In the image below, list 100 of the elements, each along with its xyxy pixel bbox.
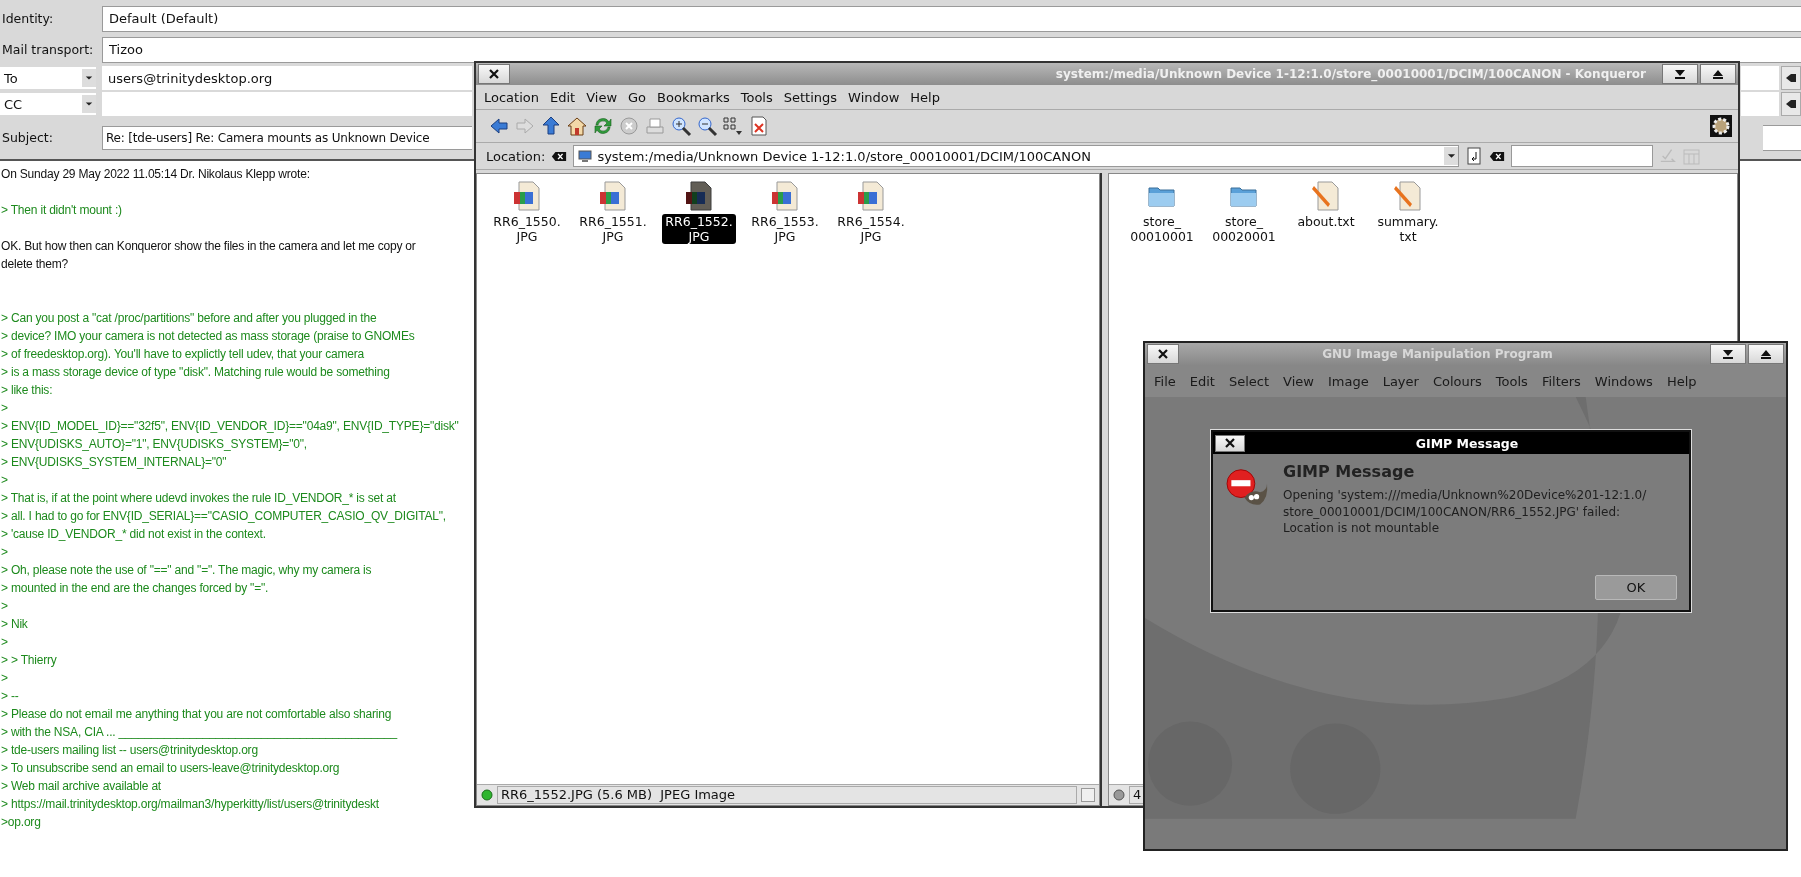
gear-icon [1710,115,1732,137]
quoted-text-line: > with the NSA, CIA ... ___________________________________________ [0,724,397,741]
quoted-text-line: > ENV{UDISKS_AUTO}="1", ENV{UDISKS_SYSTEM}="0", [0,436,307,453]
quoted-text-line: > device? IMO your camera is not detected as mass storage (praise to GNOMEs [0,328,415,345]
field-background [1741,66,1779,90]
reload-icon[interactable] [592,115,614,137]
ok-button[interactable]: OK [1595,575,1677,600]
dialog-title: GIMP Message [1414,435,1520,451]
file-name[interactable]: summary. txt [1374,214,1442,244]
clear-search-icon[interactable] [1489,150,1506,162]
text-file-icon[interactable] [1310,180,1342,212]
quoted-text-line: > [0,670,8,687]
quoted-text-line: > Then it didn't mount :) [0,202,122,219]
menu-item[interactable]: File [1154,373,1176,389]
clear-location-icon[interactable] [551,150,568,162]
status-led-icon [481,789,493,801]
message-text-line: OK. But how then can Konqueror show the files in the camera and let me copy or [0,238,416,255]
search-field[interactable] [1511,145,1654,167]
zoom-out-icon[interactable] [696,115,718,137]
computer-icon [578,150,593,162]
message-text-line: On Sunday 29 May 2022 11.05:14 Dr. Nikolaus Klepp wrote: [0,166,310,183]
menu-item[interactable]: Windows [1594,373,1653,389]
up-arrow-icon[interactable] [540,115,562,137]
quoted-text-line: > tde-users mailing list -- users@trinitydesktop.org [0,742,258,759]
menu-item[interactable]: Location [484,89,539,105]
menu-item[interactable]: Colours [1432,373,1482,389]
file-name[interactable]: RR6_1554. JPG [834,214,908,244]
dialog-heading: GIMP Message [1283,462,1416,481]
subject-field[interactable]: Re: [tde-users] Re: Camera mounts as Unknown Device [102,125,472,150]
menu-item[interactable]: View [586,89,618,105]
image-file-icon[interactable] [683,180,715,212]
backspace-icon[interactable] [1785,73,1797,83]
quoted-text-line: > That is, if at the point where udevd invokes the rule ID_VENDOR_* is set at [0,490,396,507]
menu-item[interactable]: Settings [783,89,838,105]
menu-item[interactable]: Tools [740,89,773,105]
menu-item[interactable]: Help [1666,373,1697,389]
quoted-text-line: > is a mass storage device of type "disk". Matching rule would be something [0,364,390,381]
text-file-icon[interactable] [1392,180,1424,212]
message-text-line: delete them? [0,256,68,273]
recipient-address-field[interactable]: users@trinitydesktop.org [102,66,472,90]
backspace-icon[interactable] [1785,99,1797,109]
file-name[interactable]: RR6_1550. JPG [490,214,564,244]
field-background [1763,124,1801,151]
file-name[interactable]: about.txt [1294,214,1358,229]
file-name[interactable]: store_ 00010001 [1127,214,1197,244]
location-field[interactable]: system:/media/Unknown Device 1-12:1.0/store_00010001/DCIM/100CANON [573,145,1460,167]
back-arrow-icon[interactable] [488,115,510,137]
link-view-checkbox[interactable] [1081,788,1095,802]
menu-item[interactable]: Help [910,89,940,105]
file-name[interactable]: RR6_1552. JPG [662,214,736,244]
menu-item[interactable]: Filters [1541,373,1581,389]
menu-item[interactable]: Image [1327,373,1369,389]
stop-icon[interactable] [618,115,640,137]
file-name[interactable]: RR6_1551. JPG [576,214,650,244]
quoted-text-line: > like this: [0,382,53,399]
menu-item[interactable]: Layer [1382,373,1419,389]
maximize-icon[interactable] [1760,349,1772,359]
quoted-text-line: > ENV{UDISKS_SYSTEM_INTERNAL}="0" [0,454,227,471]
check-arrow-icon [1659,147,1678,165]
file-name[interactable]: store_ 00020001 [1209,214,1279,244]
recipient-type-dropdown[interactable]: To [0,67,96,89]
identity-field[interactable]: Default (Default) [102,5,1801,32]
quoted-text-line: > [0,472,8,489]
quoted-text-line: > Oh, please note the use of "==" and "=". The magic, why my camera is [0,562,372,579]
menu-item[interactable]: Edit [550,89,576,105]
go-icon[interactable] [1465,147,1484,165]
quoted-text-line: > ENV{ID_MODEL_ID}=="32f5", ENV{ID_VENDOR_ID}=="04a9", ENV{ID_TYPE}="disk" [0,418,459,435]
minimize-icon[interactable] [1722,349,1734,359]
maximize-icon[interactable] [1712,69,1724,79]
quoted-text-line: > mounted in the end are the changes forced by "=". [0,580,269,597]
menu-item[interactable]: View [1283,373,1314,389]
menu-item[interactable]: Tools [1495,373,1528,389]
error-icon [1225,468,1269,508]
error-message: Opening 'system:///media/Unknown%20Device%201-12:1.0/ store_00010001/DCIM/100CANON/RR6_1552.JPG' failed: Location is not mountable [1283,487,1647,537]
quoted-text-line: > Nik [0,616,28,633]
menu-item[interactable]: Go [628,89,647,105]
quoted-text-line: > Please do not email me anything that you are not comfortable also sharing [0,706,392,723]
close-icon[interactable] [489,69,499,79]
close-icon[interactable] [1225,438,1235,448]
close-document-icon[interactable] [748,115,770,137]
close-icon[interactable] [1158,349,1168,359]
quoted-text-line: > 'cause ID_VENDOR_* did not exist in the context. [0,526,266,543]
quoted-text-line: > https://mail.trinitydesktop.org/mailman3/hyperkitty/list/users@trinitydeskt [0,796,379,813]
recipient-type-dropdown[interactable]: CC [0,93,96,115]
minimize-icon[interactable] [1674,69,1686,79]
menu-item[interactable]: Edit [1189,373,1215,389]
quoted-text-line: > all. I had to go for ENV{ID_SERIAL}=="CASIO_COMPUTER_CASIO_QV_DIGITAL", [0,508,446,525]
quoted-text-line: > -- [0,688,19,705]
status-led-icon [1113,789,1125,801]
menu-item[interactable]: Bookmarks [657,89,730,105]
home-icon[interactable] [566,115,588,137]
window-title: system:/media/Unknown Device 1-12:1.0/store_00010001/DCIM/100CANON - Konqueror [1054,67,1647,81]
menu-item[interactable]: Select [1228,373,1270,389]
zoom-in-icon[interactable] [670,115,692,137]
file-name[interactable]: RR6_1553. JPG [748,214,822,244]
view-mode-icon[interactable] [722,115,744,137]
menu-item[interactable]: Window [848,89,900,105]
mail-transport-field[interactable]: Tizoo [102,36,1801,63]
recipient-address-field[interactable] [102,92,472,116]
quoted-text-line: > [0,544,8,561]
